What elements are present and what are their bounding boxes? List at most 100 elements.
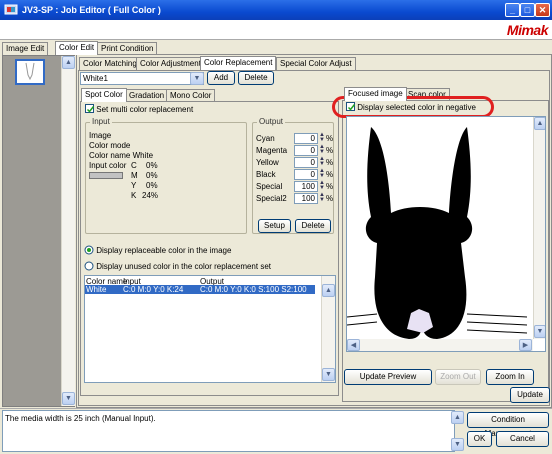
tab-focused-image[interactable]: Focused image bbox=[344, 87, 407, 101]
c-label: C bbox=[131, 161, 137, 170]
zoom-in-button[interactable]: Zoom In bbox=[486, 369, 534, 385]
update-preview-button[interactable]: Update Preview bbox=[344, 369, 432, 385]
k-value: 24% bbox=[142, 191, 159, 200]
checkbox-icon[interactable] bbox=[85, 104, 95, 113]
output-label: Magenta bbox=[256, 146, 288, 155]
minimize-button[interactable]: _ bbox=[505, 3, 520, 17]
cancel-button[interactable]: Cancel bbox=[496, 431, 549, 447]
maximize-button[interactable]: □ bbox=[520, 3, 535, 17]
output-unit: % bbox=[326, 170, 334, 179]
app-icon bbox=[4, 3, 18, 17]
setup-button[interactable]: Setup bbox=[258, 219, 291, 233]
update-button[interactable]: Update bbox=[510, 387, 550, 403]
spin-arrows-icon[interactable]: ▲ ▼ bbox=[319, 168, 325, 179]
scroll-down-icon[interactable]: ▼ bbox=[451, 438, 464, 451]
m-value: 0% bbox=[146, 171, 158, 180]
input-color-label: Input color bbox=[89, 161, 127, 170]
output-label: Cyan bbox=[256, 134, 275, 143]
replacement-table: Color name Input Output White C:0 M:0 Y:… bbox=[84, 275, 336, 383]
input-color-mode-label: Color mode bbox=[89, 141, 131, 150]
tab-image-edit[interactable]: Image Edit bbox=[2, 42, 49, 55]
brand-logo: Mimak bbox=[506, 22, 549, 38]
scroll-down-icon[interactable]: ▼ bbox=[534, 325, 545, 338]
tab-spot-color[interactable]: Spot Color bbox=[81, 88, 127, 102]
tab-color-matching[interactable]: Color Matching bbox=[79, 57, 141, 70]
radio-unused-label: Display unused color in the color replac… bbox=[96, 262, 271, 271]
output-value-input[interactable]: 0 bbox=[294, 157, 318, 168]
spin-arrows-icon[interactable]: ▲ ▼ bbox=[319, 144, 325, 155]
c-value: 0% bbox=[146, 161, 158, 170]
spin-arrows-icon[interactable]: ▲ ▼ bbox=[319, 180, 325, 191]
y-value: 0% bbox=[146, 181, 158, 190]
row-output: C:0 M:0 Y:0 K:0 S:100 S2:100 bbox=[200, 285, 307, 294]
multi-color-checkbox[interactable]: Set multi color replacement bbox=[85, 104, 193, 116]
scroll-left-icon[interactable]: ◀ bbox=[347, 339, 360, 351]
scroll-up-icon[interactable]: ▲ bbox=[62, 56, 75, 69]
tab-color-replacement[interactable]: Color Replacement bbox=[200, 56, 277, 70]
y-label: Y bbox=[131, 181, 137, 190]
output-value-input[interactable]: 100 bbox=[294, 181, 318, 192]
scroll-up-icon[interactable]: ▲ bbox=[322, 284, 335, 297]
close-button[interactable]: ✕ bbox=[535, 3, 550, 17]
radio-selected-icon[interactable] bbox=[84, 245, 94, 255]
radio-unselected-icon[interactable] bbox=[84, 261, 94, 271]
replacement-select[interactable]: White1 ▼ bbox=[80, 72, 204, 85]
preview-hscrollbar[interactable]: ◀ ▶ bbox=[347, 339, 533, 351]
radio-replaceable-label: Display replaceable color in the image bbox=[96, 246, 232, 255]
k-label: K bbox=[131, 191, 137, 200]
output-unit: % bbox=[326, 182, 334, 191]
tab-special-color-adjust[interactable]: Special Color Adjust bbox=[276, 57, 356, 70]
thumbnail-item[interactable] bbox=[15, 59, 45, 85]
output-label: Special2 bbox=[256, 194, 287, 203]
output-value-input[interactable]: 0 bbox=[294, 133, 318, 144]
ok-button[interactable]: OK bbox=[467, 431, 492, 447]
multi-color-label: Set multi color replacement bbox=[96, 105, 194, 114]
preview-image-area: ▲ ▼ ◀ ▶ bbox=[346, 116, 546, 352]
table-row[interactable]: White C:0 M:0 Y:0 K:24 C:0 M:0 Y:0 K:0 S… bbox=[85, 285, 315, 294]
chevron-down-icon[interactable]: ▼ bbox=[190, 72, 204, 85]
add-button[interactable]: Add bbox=[207, 71, 235, 85]
spin-arrows-icon[interactable]: ▲ ▼ bbox=[319, 192, 325, 203]
spin-arrows-icon[interactable]: ▲ ▼ bbox=[319, 132, 325, 143]
row-input: C:0 M:0 Y:0 K:24 bbox=[123, 285, 184, 294]
m-label: M bbox=[131, 171, 138, 180]
input-color-name-label: Color name White bbox=[89, 151, 154, 160]
status-message: The media width is 25 inch (Manual Input… bbox=[5, 414, 156, 423]
output-unit: % bbox=[326, 146, 334, 155]
output-label: Yellow bbox=[256, 158, 279, 167]
output-label: Special bbox=[256, 182, 283, 191]
thumbnail-panel: ▲ ▼ bbox=[2, 55, 75, 407]
radio-unused[interactable]: Display unused color in the color replac… bbox=[84, 261, 336, 275]
delete-output-button[interactable]: Delete bbox=[295, 219, 331, 233]
table-scrollbar[interactable]: ▲ ▼ bbox=[321, 276, 335, 382]
output-value-input[interactable]: 100 bbox=[294, 193, 318, 204]
radio-replaceable[interactable]: Display replaceable color in the image bbox=[84, 245, 336, 259]
scroll-down-icon[interactable]: ▼ bbox=[62, 392, 75, 405]
output-value-input[interactable]: 0 bbox=[294, 145, 318, 156]
window-title: JV3-SP : Job Editor ( Full Color ) bbox=[22, 5, 161, 15]
thumbnail-scrollbar[interactable]: ▲ ▼ bbox=[61, 56, 75, 406]
preview-vscrollbar[interactable]: ▲ ▼ bbox=[533, 117, 545, 339]
spin-arrows-icon[interactable]: ▲ ▼ bbox=[319, 156, 325, 167]
output-unit: % bbox=[326, 134, 334, 143]
divider bbox=[0, 408, 552, 409]
scroll-down-icon[interactable]: ▼ bbox=[322, 368, 335, 381]
output-group-title: Output bbox=[257, 117, 286, 126]
input-group-title: Input bbox=[90, 117, 112, 126]
message-box: The media width is 25 inch (Manual Input… bbox=[2, 410, 455, 452]
scroll-up-icon[interactable]: ▲ bbox=[451, 411, 464, 424]
output-label: Black bbox=[256, 170, 276, 179]
rabbit-image bbox=[347, 127, 528, 339]
output-value-input[interactable]: 0 bbox=[294, 169, 318, 180]
scroll-up-icon[interactable]: ▲ bbox=[534, 117, 545, 130]
input-group: Input Image Color mode Color name White … bbox=[85, 117, 247, 234]
row-color-name: White bbox=[86, 285, 107, 294]
tab-color-adjustment[interactable]: Color Adjustment bbox=[136, 57, 205, 70]
zoom-out-button[interactable]: Zoom Out bbox=[435, 369, 481, 385]
scroll-right-icon[interactable]: ▶ bbox=[519, 339, 532, 351]
tab-color-edit[interactable]: Color Edit bbox=[55, 41, 99, 55]
input-image-label: Image bbox=[89, 131, 112, 140]
input-color-swatch bbox=[89, 172, 123, 179]
condition-management-button[interactable]: Condition Management bbox=[467, 412, 549, 438]
delete-set-button[interactable]: Delete bbox=[238, 71, 274, 85]
